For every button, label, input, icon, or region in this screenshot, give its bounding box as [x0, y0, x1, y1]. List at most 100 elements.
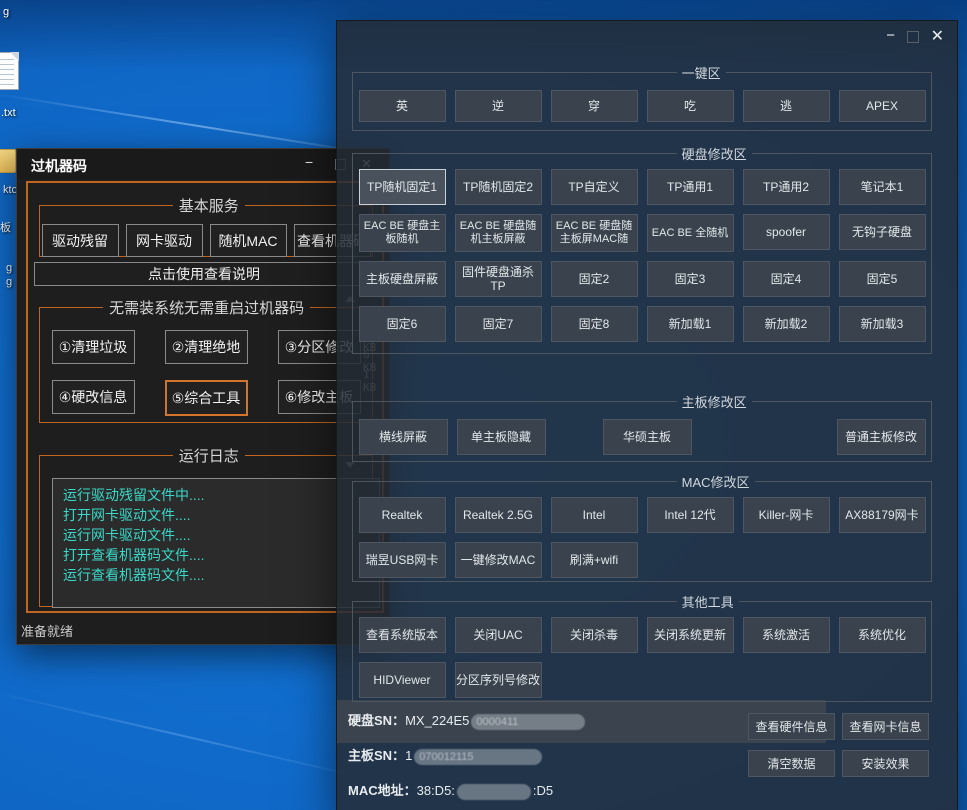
disk-row-3: 主板硬盘屏蔽 固件硬盘通杀TP 固定2 固定3 固定4 固定5 [353, 261, 931, 297]
clean-pubg-button[interactable]: ②清理绝地 [165, 330, 248, 364]
tp-general1-button[interactable]: TP通用1 [647, 169, 734, 205]
single-board-hide-button[interactable]: 单主板隐藏 [457, 419, 546, 455]
board-disk-hide-button[interactable]: 主板硬盘屏蔽 [359, 261, 446, 297]
mac-address-row: MAC地址：38:D5::D5 [348, 783, 553, 800]
tp-general2-button[interactable]: TP通用2 [743, 169, 830, 205]
asus-board-button[interactable]: 华硕主板 [603, 419, 692, 455]
group-one-key: 一键区 英 逆 穿 吃 逃 APEX [352, 63, 932, 131]
folder-icon[interactable] [0, 149, 16, 173]
clear-data-button[interactable]: 清空数据 [748, 750, 835, 777]
desktop-icon-label[interactable]: 板 [0, 219, 11, 235]
maximize-icon[interactable] [907, 31, 919, 43]
driver-residue-button[interactable]: 驱动残留 [42, 224, 119, 257]
minimize-icon[interactable]: − [886, 27, 895, 44]
fixed3-button[interactable]: 固定3 [647, 261, 734, 297]
firmware-disk-tp-button[interactable]: 固件硬盘通杀TP [455, 261, 542, 297]
laptop1-button[interactable]: 笔记本1 [839, 169, 926, 205]
fixed2-button[interactable]: 固定2 [551, 261, 638, 297]
board-sn-label: 主板SN： [348, 748, 405, 763]
game-chi-button[interactable]: 吃 [647, 90, 734, 122]
optimize-system-button[interactable]: 系统优化 [839, 617, 926, 653]
random-mac-button[interactable]: 随机MAC [210, 224, 287, 257]
eac-be-all-random-button[interactable]: EAC BE 全随机 [647, 214, 734, 252]
nic-driver-button[interactable]: 网卡驱动 [126, 224, 203, 257]
newload2-button[interactable]: 新加载2 [743, 306, 830, 342]
newload1-button[interactable]: 新加载1 [647, 306, 734, 342]
minimize-icon[interactable]: − [305, 154, 313, 170]
group-no-reinstall-title: 无需装系统无需重启过机器码 [103, 297, 310, 318]
board-sn-value: 1 [405, 748, 412, 763]
mac-row-2: 瑞昱USB网卡 一键修改MAC 刷满+wifi [353, 542, 931, 578]
group-board-title: 主板修改区 [677, 392, 752, 411]
fixed7-button[interactable]: 固定7 [455, 306, 542, 342]
realtek-button[interactable]: Realtek [359, 497, 446, 533]
game-tao-button[interactable]: 逃 [743, 90, 830, 122]
game-ni-button[interactable]: 逆 [455, 90, 542, 122]
text-file-fold [10, 52, 19, 61]
group-basic-services: 基本服务 驱动残留 网卡驱动 随机MAC 查看机器码 [39, 195, 373, 257]
clean-junk-button[interactable]: ①清理垃圾 [52, 330, 135, 364]
eac-be-disk-random-board-hide-button[interactable]: EAC BE 硬盘随机主板屏蔽 [455, 214, 542, 252]
install-effect-button[interactable]: 安装效果 [842, 750, 929, 777]
desktop-icon-label[interactable]: g [3, 6, 9, 18]
fixed6-button[interactable]: 固定6 [359, 306, 446, 342]
text-file-lines [0, 59, 14, 85]
view-hardware-info-button[interactable]: 查看硬件信息 [748, 713, 835, 740]
hard-modify-info-button[interactable]: ④硬改信息 [52, 380, 135, 414]
view-nic-info-button[interactable]: 查看网卡信息 [842, 713, 929, 740]
desktop-icon-label[interactable]: g [6, 276, 12, 288]
fixed4-button[interactable]: 固定4 [743, 261, 830, 297]
group-basic-title: 基本服务 [173, 195, 245, 216]
realtek-usb-nic-button[interactable]: 瑞昱USB网卡 [359, 542, 446, 578]
newload3-button[interactable]: 新加载3 [839, 306, 926, 342]
log-line: 运行网卡驱动文件.... [63, 525, 369, 545]
machine-code-titlebar[interactable]: 过机器码 − ✕ [17, 149, 389, 179]
intel-button[interactable]: Intel [551, 497, 638, 533]
board-sn-row: 主板SN：1070012115 [348, 748, 544, 765]
tp-custom-button[interactable]: TP自定义 [551, 169, 638, 205]
intel-12gen-button[interactable]: Intel 12代 [647, 497, 734, 533]
usage-help-button[interactable]: 点击使用查看说明 [34, 262, 374, 286]
partition-serial-modify-button[interactable]: 分区序列号修改 [455, 662, 542, 698]
text-file-icon[interactable] [0, 52, 19, 90]
tp-random-fixed1-button[interactable]: TP随机固定1 [359, 169, 446, 205]
run-log-listbox[interactable]: 运行驱动残留文件中.... 打开网卡驱动文件.... 运行网卡驱动文件.... … [52, 478, 380, 608]
desktop-icon-label[interactable]: g [6, 262, 12, 274]
flush-wifi-button[interactable]: 刷满+wifi [551, 542, 638, 578]
eac-be-disk-board-random-button[interactable]: EAC BE 硬盘主板随机 [359, 214, 446, 252]
spoofer-button[interactable]: spoofer [743, 214, 830, 250]
eac-be-disk-board-mac-random-button[interactable]: EAC BE 硬盘随主板屏MAC随 [551, 214, 638, 252]
activate-system-button[interactable]: 系统激活 [743, 617, 830, 653]
ax88179-nic-button[interactable]: AX88179网卡 [839, 497, 926, 533]
hidviewer-button[interactable]: HIDViewer [359, 662, 446, 698]
board-sn-redaction: 070012115 [414, 749, 542, 765]
group-board-modify: 主板修改区 横线屏蔽 单主板隐藏 华硕主板 普通主板修改 [352, 392, 932, 462]
close-icon[interactable]: ✕ [931, 26, 944, 46]
tools-row-1: 查看系统版本 关闭UAC 关闭杀毒 关闭系统更新 系统激活 系统优化 [353, 617, 931, 653]
killer-nic-button[interactable]: Killer-网卡 [743, 497, 830, 533]
mac-address-redaction [457, 784, 531, 800]
hline-hide-button[interactable]: 横线屏蔽 [359, 419, 448, 455]
fixed8-button[interactable]: 固定8 [551, 306, 638, 342]
mac-row-1: Realtek Realtek 2.5G Intel Intel 12代 Kil… [353, 497, 931, 533]
combined-tools-button[interactable]: ⑤综合工具 [165, 380, 248, 416]
group-disk-title: 硬盘修改区 [677, 144, 752, 163]
normal-board-modify-button[interactable]: 普通主板修改 [837, 419, 926, 455]
log-line: 打开网卡驱动文件.... [63, 505, 369, 525]
desktop-icon-label-txt[interactable]: .txt [1, 107, 16, 119]
disable-antivirus-button[interactable]: 关闭杀毒 [551, 617, 638, 653]
realtek-25g-button[interactable]: Realtek 2.5G [455, 497, 542, 533]
game-apex-button[interactable]: APEX [839, 90, 926, 122]
game-ying-button[interactable]: 英 [359, 90, 446, 122]
group-mac-title: MAC修改区 [677, 472, 755, 491]
game-chuan-button[interactable]: 穿 [551, 90, 638, 122]
tp-random-fixed2-button[interactable]: TP随机固定2 [455, 169, 542, 205]
disable-update-button[interactable]: 关闭系统更新 [647, 617, 734, 653]
disable-uac-button[interactable]: 关闭UAC [455, 617, 542, 653]
log-line: 运行查看机器码文件.... [63, 565, 369, 585]
no-hook-disk-button[interactable]: 无钩子硬盘 [839, 214, 926, 250]
one-key-mac-button[interactable]: 一键修改MAC [455, 542, 542, 578]
view-os-version-button[interactable]: 查看系统版本 [359, 617, 446, 653]
log-line: 运行驱动残留文件中.... [63, 485, 369, 505]
fixed5-button[interactable]: 固定5 [839, 261, 926, 297]
